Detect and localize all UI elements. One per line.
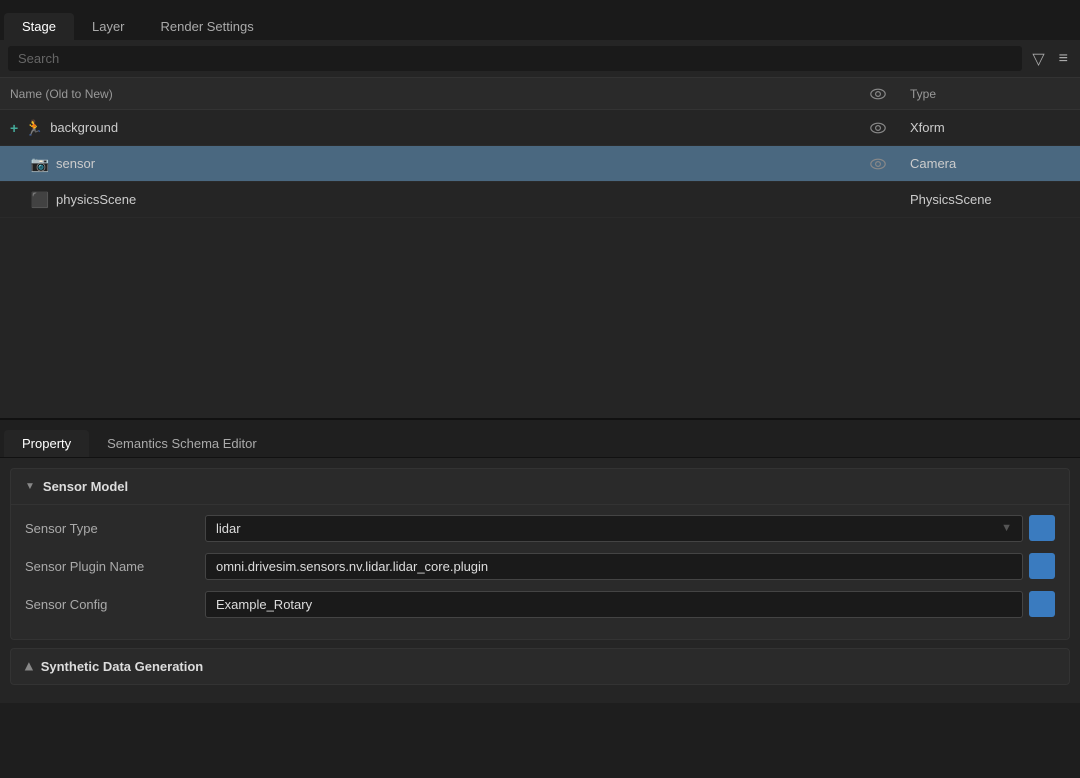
tree-row-background[interactable]: + 🏃 background Xform <box>0 110 1080 146</box>
property-content: ▼ Sensor Model Sensor Type lidar ▼ <box>0 458 1080 703</box>
sensor-eye-icon <box>870 156 886 172</box>
physics-scene-type: PhysicsScene <box>900 192 1080 207</box>
sensor-config-action-button[interactable] <box>1029 591 1055 617</box>
stage-column-header: Name (Old to New) Type <box>0 78 1080 110</box>
property-tab-bar: Property Semantics Schema Editor <box>0 420 1080 458</box>
tree-row-sensor[interactable]: 📷 sensor Camera <box>0 146 1080 182</box>
name-column-header: Name (Old to New) <box>0 87 856 101</box>
tab-stage[interactable]: Stage <box>4 13 74 40</box>
sensor-node-icon: 📷 <box>30 154 50 174</box>
tab-render-settings[interactable]: Render Settings <box>143 13 272 40</box>
sensor-config-value-area: Example_Rotary <box>205 591 1055 618</box>
stage-panel: Stage Layer Render Settings ▽ ≡ Name (Ol… <box>0 0 1080 420</box>
synthetic-data-title: Synthetic Data Generation <box>41 659 204 674</box>
property-panel: Property Semantics Schema Editor ▼ Senso… <box>0 420 1080 703</box>
synthetic-data-header[interactable]: ▶ Synthetic Data Generation <box>11 649 1069 684</box>
sensor-config-value: Example_Rotary <box>205 591 1023 618</box>
synthetic-data-chevron: ▶ <box>23 663 34 671</box>
tab-semantics[interactable]: Semantics Schema Editor <box>89 430 275 457</box>
filter-icon: ▽ <box>1032 49 1044 69</box>
synthetic-data-section: ▶ Synthetic Data Generation <box>10 648 1070 685</box>
physics-scene-node-icon: ⬛ <box>30 190 50 210</box>
background-name-col: + 🏃 background <box>0 118 856 138</box>
search-input[interactable] <box>8 46 1022 71</box>
sensor-model-chevron: ▼ <box>25 481 35 492</box>
sensor-visibility[interactable] <box>856 156 900 172</box>
visibility-column-header <box>856 86 900 102</box>
background-visibility[interactable] <box>856 120 900 136</box>
sensor-type-value: lidar <box>216 521 241 536</box>
tab-layer[interactable]: Layer <box>74 13 143 40</box>
sensor-type-action-button[interactable] <box>1029 515 1055 541</box>
sensor-plugin-label: Sensor Plugin Name <box>25 559 205 574</box>
sensor-plugin-value: omni.drivesim.sensors.nv.lidar.lidar_cor… <box>205 553 1023 580</box>
sensor-model-section: ▼ Sensor Model Sensor Type lidar ▼ <box>10 468 1070 640</box>
filter-button[interactable]: ▽ <box>1028 47 1048 71</box>
sensor-type-dropdown[interactable]: lidar ▼ <box>205 515 1023 542</box>
menu-button[interactable]: ≡ <box>1055 48 1072 70</box>
sensor-config-row: Sensor Config Example_Rotary <box>25 589 1055 619</box>
expand-plus-icon[interactable]: + <box>10 120 18 136</box>
type-column-header: Type <box>900 87 1080 101</box>
sensor-plugin-row: Sensor Plugin Name omni.drivesim.sensors… <box>25 551 1055 581</box>
search-bar: ▽ ≡ <box>0 40 1080 78</box>
tab-property[interactable]: Property <box>4 430 89 457</box>
stage-tab-bar: Stage Layer Render Settings <box>0 0 1080 40</box>
sensor-model-body: Sensor Type lidar ▼ Sensor Plugin Name o… <box>11 504 1069 639</box>
sensor-model-title: Sensor Model <box>43 479 128 494</box>
background-eye-icon <box>870 120 886 136</box>
background-node-icon: 🏃 <box>24 118 44 138</box>
eye-header-icon <box>870 86 886 102</box>
stage-tree: + 🏃 background Xform 📷 sensor <box>0 110 1080 418</box>
sensor-type-value-area: lidar ▼ <box>205 515 1055 542</box>
sensor-model-header[interactable]: ▼ Sensor Model <box>11 469 1069 504</box>
tree-row-physics-scene[interactable]: ⬛ physicsScene PhysicsScene <box>0 182 1080 218</box>
sensor-plugin-action-button[interactable] <box>1029 553 1055 579</box>
sensor-type-label: Sensor Type <box>25 521 205 536</box>
sensor-name-col: 📷 sensor <box>20 154 856 174</box>
sensor-config-label: Sensor Config <box>25 597 205 612</box>
sensor-type-row: Sensor Type lidar ▼ <box>25 513 1055 543</box>
sensor-plugin-value-area: omni.drivesim.sensors.nv.lidar.lidar_cor… <box>205 553 1055 580</box>
background-type: Xform <box>900 120 1080 135</box>
hamburger-icon: ≡ <box>1059 50 1068 68</box>
sensor-type: Camera <box>900 156 1080 171</box>
physics-scene-name-col: ⬛ physicsScene <box>20 190 856 210</box>
dropdown-arrow-icon: ▼ <box>1001 522 1012 534</box>
